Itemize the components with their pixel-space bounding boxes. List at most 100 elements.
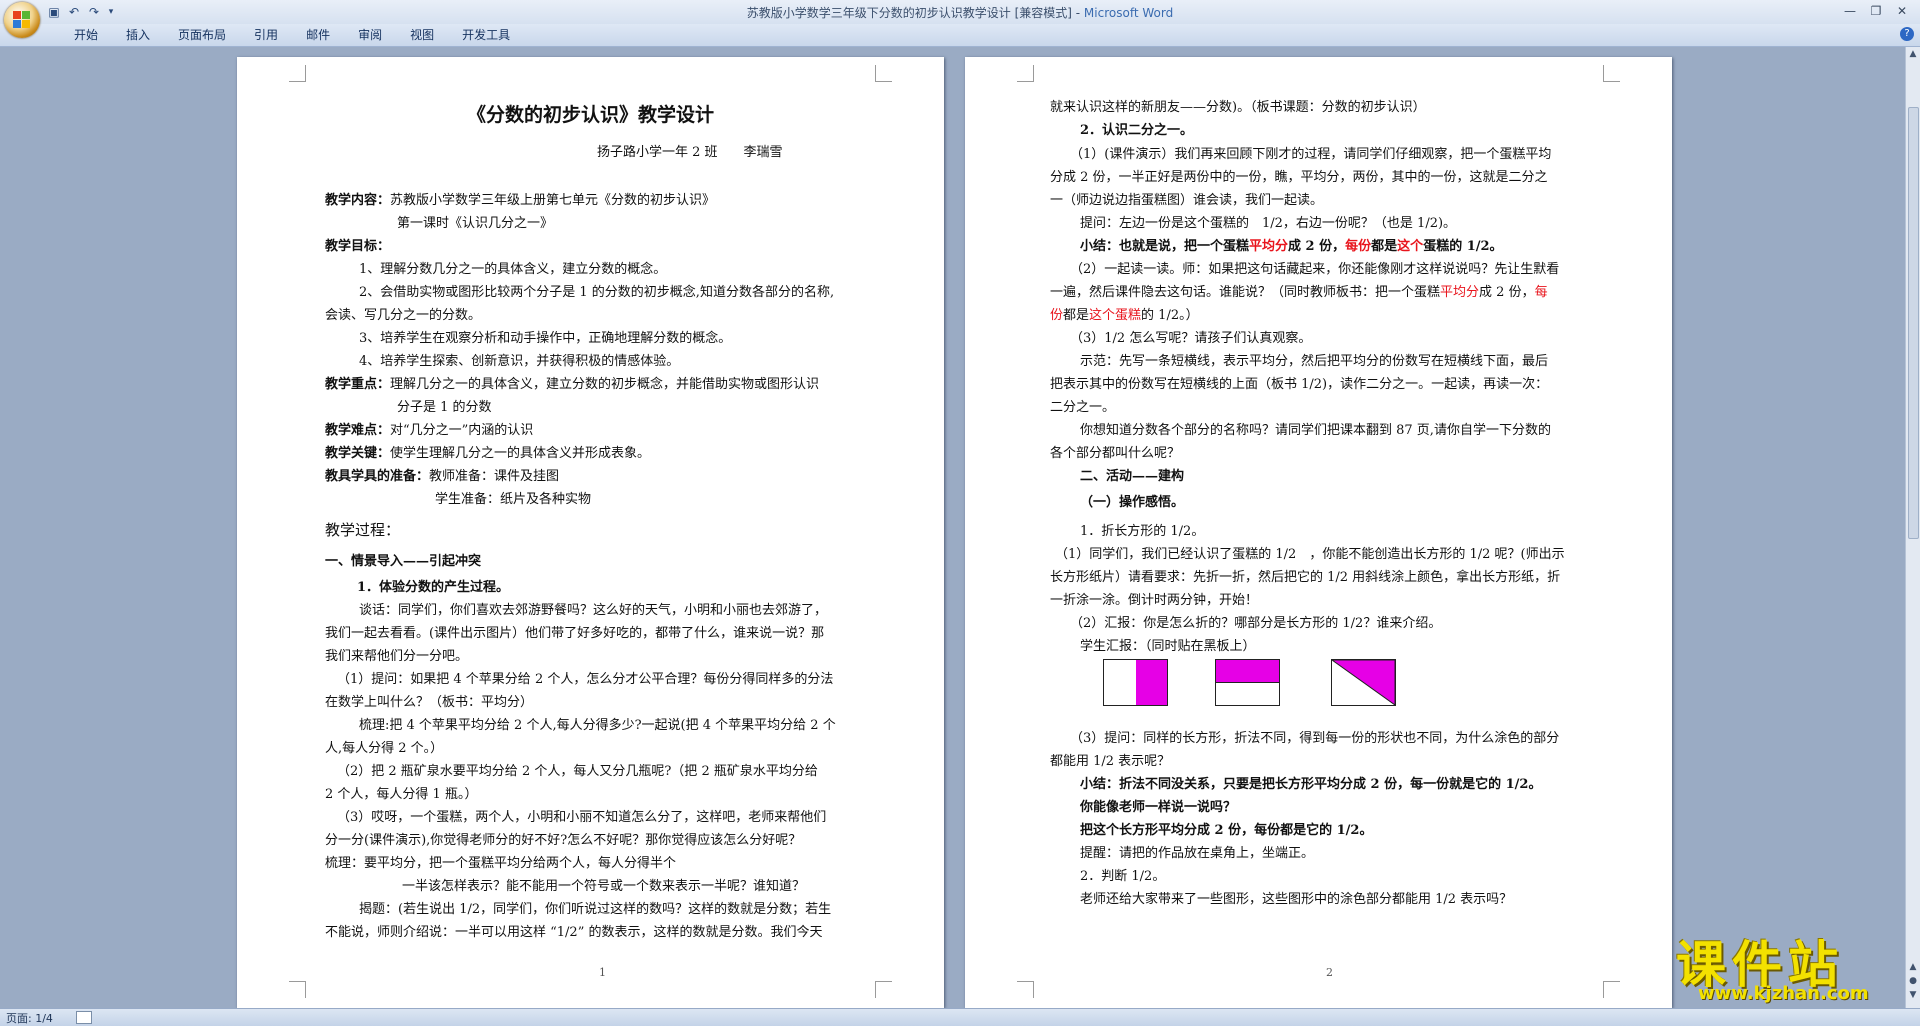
field-text: 4、培养学生探索、创新意识，并获得积极的情感体验。 <box>359 354 680 369</box>
section-heading: 二、活动——建构 <box>1080 469 1185 484</box>
ribbon-tabs: 开始 插入 页面布局 引用 邮件 审阅 视图 开发工具 <box>60 27 524 43</box>
subsection-heading: （一）操作感悟。 <box>1080 495 1185 510</box>
field-text: （3）哎呀，一个蛋糕，两个人，小明和小丽不知道怎么分了，这样吧，老师来帮他们 <box>337 810 827 825</box>
watermark-url: www.kjzhan.com <box>1698 983 1869 1004</box>
text-line: （2）把 2 瓶矿泉水要平均分给 2 个人，每人又分几瓶呢?（把 2 瓶矿泉水平… <box>337 763 818 781</box>
text-line: 1．折长方形的 1/2。 <box>1080 524 1205 539</box>
text-line: 2、会借助实物或图形比较两个分子是 1 的分数的初步概念,知道分数各部分的名称, <box>359 284 834 302</box>
field-text: 苏教版小学数学三年级上册第七单元《分数的初步认识》 <box>390 193 716 208</box>
text-line: 份都是这个蛋糕的 1/2。） <box>1050 308 1199 323</box>
field-text: 不能说，师则介绍说：一半可以用这样 “1/2” 的数表示，这样的数就是分数。我们… <box>325 925 823 940</box>
minimize-icon[interactable]: — <box>1838 2 1862 20</box>
ribbon-tab-1[interactable]: 插入 <box>112 27 164 43</box>
field-text: 教师准备：课件及挂图 <box>429 469 560 484</box>
field-label: 教学关键： <box>325 446 391 461</box>
field-text: 一半该怎样表示？能不能用一个符号或一个数来表示一半呢？谁知道？ <box>402 879 806 894</box>
text-line: 教学重点：理解几分之一的具体含义，建立分数的初步概念，并能借助实物或图形认识 <box>325 376 819 394</box>
text-line: （1）提问：如果把 4 个苹果分给 2 个人，怎么分才公平合理？每份分得同样多的… <box>337 671 833 689</box>
field-text: （2）把 2 瓶矿泉水要平均分给 2 个人，每人又分几瓶呢?（把 2 瓶矿泉水平… <box>337 764 818 779</box>
text-line: 老师还给大家带来了一些图形，这些图形中的涂色部分都能用 1/2 表示吗？ <box>1080 892 1513 907</box>
text-line: 揭题：(若生说出 1/2，同学们，你们听说过这样的数吗？这样的数就是分数；若生 <box>359 901 831 919</box>
field-label: 教具学具的准备： <box>325 469 430 484</box>
text-line: 1．体验分数的产生过程。 <box>357 579 509 597</box>
field-text: 2 个人，每人分得 1 瓶。） <box>325 787 478 802</box>
text-line: （3）提问：同样的长方形，折法不同，得到每一份的形状也不同，为什么涂色的部分 <box>1070 731 1560 746</box>
text-line: 就来认识这样的新朋友——分数)。（板书课题：分数的初步认识） <box>1050 100 1426 115</box>
field-text: 会读、写几分之一的分数。 <box>325 308 482 323</box>
text-line: 4、培养学生探索、创新意识，并获得积极的情感体验。 <box>359 353 679 371</box>
field-text: 梳理：要平均分，把一个蛋糕平均分给两个人，每人分得半个 <box>325 856 677 871</box>
office-button[interactable] <box>4 2 40 38</box>
prev-page-icon[interactable]: ▲ <box>1906 960 1920 974</box>
field-text: 我们来帮他们分一分吧。 <box>325 649 469 664</box>
field-text: 梳理:把 4 个苹果平均分给 2 个人,每人分得多少?一起说(把 4 个苹果平均… <box>359 718 836 733</box>
field-text: 揭题：(若生说出 1/2，同学们，你们听说过这样的数吗？这样的数就是分数；若生 <box>359 902 832 917</box>
ribbon-tab-5[interactable]: 审阅 <box>344 27 396 43</box>
text-line: 梳理：要平均分，把一个蛋糕平均分给两个人，每人分得半个 <box>325 855 676 873</box>
text-line: 2．判断 1/2。 <box>1080 869 1166 884</box>
ribbon-tab-7[interactable]: 开发工具 <box>448 27 524 43</box>
page-indicator[interactable]: 页面: 1/4 <box>6 1010 53 1026</box>
text-line: 分一分(课件演示),你觉得老师分的好不好?怎么不好呢？那你觉得应该怎么分好呢？ <box>325 832 801 850</box>
field-label: 教学难点： <box>325 423 391 438</box>
text-line: 教学关键：使学生理解几分之一的具体含义并形成表象。 <box>325 445 650 463</box>
ribbon-tab-2[interactable]: 页面布局 <box>164 27 240 43</box>
browse-object-icon[interactable]: ● <box>1906 974 1920 988</box>
field-text: 分子是 1 的分数 <box>397 400 492 415</box>
text-line: 教学过程： <box>325 521 400 539</box>
field-text: 一、情景导入——引起冲突 <box>325 554 482 569</box>
text-line: （1）同学们，我们已经认识了蛋糕的 1/2 ，你能不能创造出长方形的 1/2 呢… <box>1055 547 1565 562</box>
next-page-icon[interactable]: ▼ <box>1906 988 1920 1002</box>
field-text: 3、培养学生在观察分析和动手操作中，正确地理解分数的概念。 <box>359 331 732 346</box>
text-line: （2）汇报：你是怎么折的？哪部分是长方形的 1/2？谁来介绍。 <box>1070 616 1442 631</box>
page-number: 2 <box>1326 966 1333 979</box>
text-line: 一（师边说边指蛋糕图）谁会读，我们一起读。 <box>1050 193 1324 208</box>
vertical-scrollbar[interactable]: ▲ ▲ ● ▼ <box>1905 47 1920 1008</box>
field-text: （1）提问：如果把 4 个苹果分给 2 个人，怎么分才公平合理？每份分得同样多的… <box>337 672 834 687</box>
text-line: 二分之一。 <box>1050 400 1116 415</box>
text-line: 2 个人，每人分得 1 瓶。） <box>325 786 477 804</box>
field-text: 人,每人分得 2 个。） <box>325 741 444 756</box>
ribbon-tab-0[interactable]: 开始 <box>60 27 112 43</box>
field-text: 学生准备：纸片及各种实物 <box>435 492 592 507</box>
maximize-icon[interactable]: ❐ <box>1864 2 1888 20</box>
page-number: 1 <box>599 966 606 979</box>
ribbon-tab-4[interactable]: 邮件 <box>292 27 344 43</box>
ribbon-tab-3[interactable]: 引用 <box>240 27 292 43</box>
document-page-1[interactable]: 《分数的初步认识》教学设计 扬子路小学一年 2 班 李瑞雪 教学内容：苏教版小学… <box>237 57 944 1008</box>
text-line: 我们一起去看看。(课件出示图片）他们带了好多好吃的，都带了什么，谁来说一说？那 <box>325 625 824 643</box>
rect-vertical-half <box>1103 659 1168 706</box>
field-text: 第一课时《认识几分之一》 <box>397 216 554 231</box>
field-label: 教学内容： <box>325 193 391 208</box>
crop-mark <box>1603 65 1620 82</box>
field-text: 在数学上叫什么？（板书：平均分） <box>325 695 534 710</box>
text-line: 分成 2 份，一半正好是两份中的一份，瞧，平均分，两份，其中的一份，这就是二分之 <box>1050 170 1548 185</box>
text-line: 把这个长方形平均分成 2 份，每份都是它的 1/2。 <box>1080 823 1373 838</box>
text-line: 会读、写几分之一的分数。 <box>325 307 481 325</box>
scroll-thumb[interactable] <box>1908 107 1919 539</box>
crop-mark <box>1017 981 1034 998</box>
app-name: Microsoft Word <box>1083 6 1174 20</box>
text-line: 提问：左边一份是这个蛋糕的 1/2，右边一份呢？（也是 1/2)。 <box>1080 216 1457 231</box>
proofing-icon[interactable] <box>76 1011 92 1024</box>
text-line: 3、培养学生在观察分析和动手操作中，正确地理解分数的概念。 <box>359 330 731 348</box>
text-line: 教学目标： <box>325 238 390 256</box>
crop-mark <box>875 981 892 998</box>
text-line: 梳理:把 4 个苹果平均分给 2 个人,每人分得多少?一起说(把 4 个苹果平均… <box>359 717 836 735</box>
field-text: 1、理解分数几分之一的具体含义，建立分数的概念。 <box>359 262 667 277</box>
ribbon-tab-6[interactable]: 视图 <box>396 27 448 43</box>
text-line: 教具学具的准备：教师准备：课件及挂图 <box>325 468 559 486</box>
crop-mark <box>1603 981 1620 998</box>
document-page-2[interactable]: 就来认识这样的新朋友——分数)。（板书课题：分数的初步认识） 2．认识二分之一。… <box>965 57 1672 1008</box>
text-line: 在数学上叫什么？（板书：平均分） <box>325 694 533 712</box>
window-controls: — ❐ ✕ <box>1838 2 1914 20</box>
document-name: 苏教版小学数学三年级下分数的初步认识教学设计 [兼容模式] - <box>746 6 1084 20</box>
help-icon[interactable]: ? <box>1900 27 1914 41</box>
close-icon[interactable]: ✕ <box>1890 2 1914 20</box>
field-label: 教学目标： <box>325 239 391 254</box>
field-text: 对“几分之一”内涵的认识 <box>390 423 534 438</box>
field-label: 教学重点： <box>325 377 391 392</box>
crop-mark <box>875 65 892 82</box>
text-line: 学生准备：纸片及各种实物 <box>435 491 591 509</box>
scroll-up-icon[interactable]: ▲ <box>1906 47 1920 61</box>
